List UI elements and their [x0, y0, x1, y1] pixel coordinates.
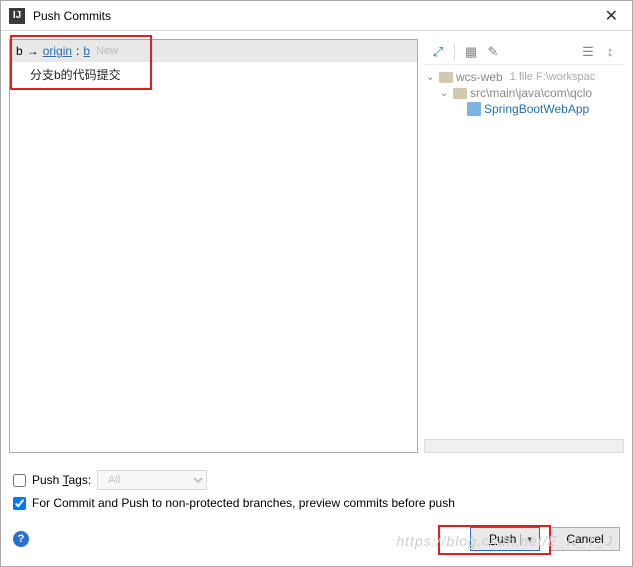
root-name: wcs-web	[456, 70, 503, 84]
push-tags-checkbox[interactable]	[13, 474, 26, 487]
files-toolbar: ⤢ ▦ ✎ ☰ ↕	[424, 39, 624, 65]
close-icon[interactable]: ✕	[599, 6, 624, 26]
settings-icon[interactable]: ↕	[600, 42, 620, 62]
push-button-label: Push	[489, 532, 516, 546]
root-info: 1 file F:\workspac	[510, 71, 596, 83]
preview-label: For Commit and Push to non-protected bra…	[32, 496, 455, 510]
files-pane: ⤢ ▦ ✎ ☰ ↕ ⌄ wcs-web 1 file F:\workspac ⌄…	[424, 39, 624, 453]
dialog-title: Push Commits	[33, 9, 599, 23]
tree-root[interactable]: ⌄ wcs-web 1 file F:\workspac	[426, 69, 622, 85]
commit-message[interactable]: 分支b的代码提交	[10, 62, 417, 87]
folder-icon	[439, 72, 453, 83]
chevron-down-icon[interactable]: ⌄	[426, 72, 436, 83]
app-icon: IJ	[9, 8, 25, 24]
push-tags-select: All	[97, 470, 207, 490]
collapse-icon[interactable]: ☰	[578, 42, 598, 62]
cancel-button[interactable]: Cancel	[550, 527, 620, 551]
push-tags-label: Push Tags:	[32, 473, 91, 487]
grid-icon[interactable]: ▦	[461, 42, 481, 62]
commits-pane: b → origin : b New 分支b的代码提交	[9, 39, 418, 453]
preview-row: For Commit and Push to non-protected bra…	[13, 493, 620, 513]
local-branch: b	[16, 44, 23, 58]
remote-link[interactable]: origin	[43, 44, 72, 58]
branch-header[interactable]: b → origin : b New	[10, 40, 417, 62]
push-tags-row: Push Tags: All	[13, 467, 620, 493]
edit-icon[interactable]: ✎	[483, 42, 503, 62]
help-icon[interactable]: ?	[13, 531, 29, 547]
java-file-icon	[467, 102, 481, 116]
colon: :	[76, 44, 79, 58]
tree-file[interactable]: SpringBootWebApp	[426, 101, 622, 117]
folder-name: src\main\java\com\qclo	[470, 86, 592, 100]
file-tree[interactable]: ⌄ wcs-web 1 file F:\workspac ⌄ src\main\…	[424, 65, 624, 439]
arrow-icon: →	[27, 44, 39, 58]
push-button[interactable]: Push ▾	[470, 527, 540, 551]
horizontal-scrollbar[interactable]	[424, 439, 624, 453]
options-area: Push Tags: All For Commit and Push to no…	[1, 461, 632, 519]
button-row: ? Push ▾ Cancel	[1, 519, 632, 561]
chevron-down-icon[interactable]: ⌄	[440, 88, 450, 99]
new-badge: New	[96, 45, 118, 57]
tree-folder[interactable]: ⌄ src\main\java\com\qclo	[426, 85, 622, 101]
push-dropdown-icon[interactable]: ▾	[520, 534, 532, 545]
remote-branch-link[interactable]: b	[83, 44, 90, 58]
content-area: b → origin : b New 分支b的代码提交 ⤢ ▦ ✎ ☰ ↕ ⌄ …	[1, 31, 632, 461]
preview-checkbox[interactable]	[13, 497, 26, 510]
titlebar: IJ Push Commits ✕	[1, 1, 632, 31]
separator	[454, 44, 455, 60]
expand-icon[interactable]: ⤢	[428, 42, 448, 62]
file-name: SpringBootWebApp	[484, 102, 589, 116]
folder-icon	[453, 88, 467, 99]
